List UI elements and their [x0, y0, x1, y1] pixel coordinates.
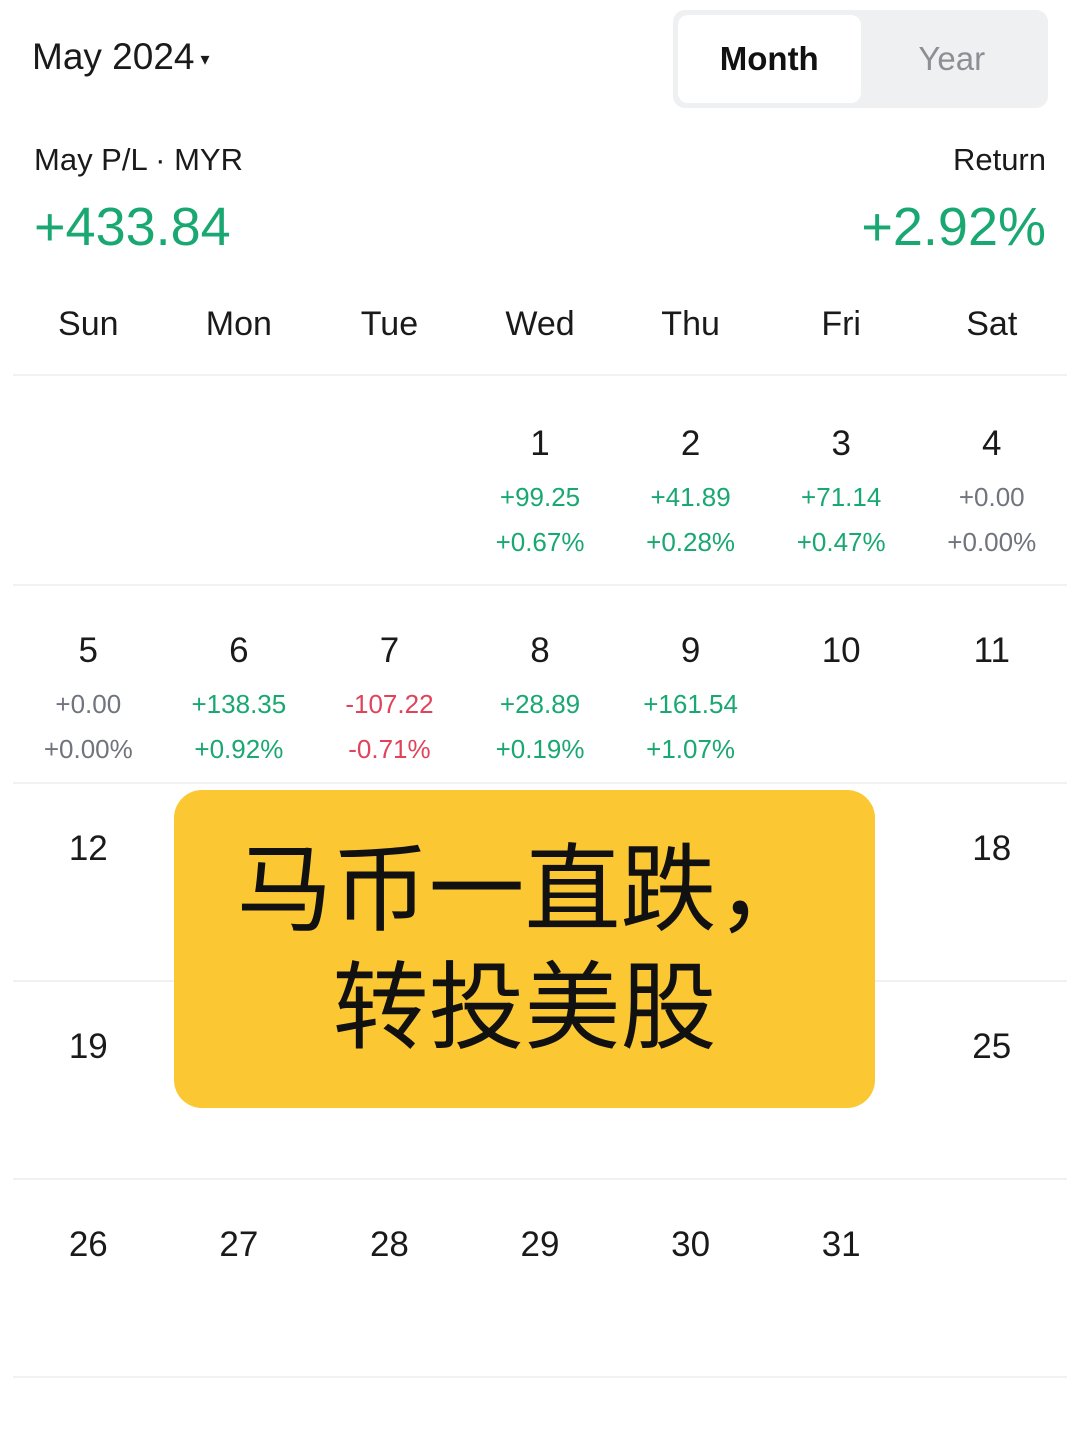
day-number: 7 [379, 631, 400, 670]
day-pl: +138.35 [191, 689, 287, 719]
caption-line-2: 转投美股 [332, 952, 717, 1064]
day-return: +0.00% [947, 527, 1037, 557]
day-number: 30 [671, 1225, 711, 1264]
tab-year[interactable]: Year [861, 15, 1044, 103]
month-selector[interactable]: May 2024 ▾ [32, 36, 210, 78]
day-number: 9 [680, 631, 701, 670]
day-cell[interactable]: 9 +161.54 +1.07% [615, 585, 766, 783]
day-number: 8 [530, 631, 550, 670]
calendar-week: 26 27 28 29 30 31 [13, 1179, 1067, 1377]
day-number: 29 [520, 1225, 560, 1264]
weekday-sun: Sun [58, 305, 119, 343]
return-value: +2.92% [861, 197, 1046, 257]
pl-value: +433.84 [34, 197, 231, 257]
day-pl: +28.89 [499, 689, 581, 719]
day-cell[interactable]: 31 [766, 1179, 917, 1377]
empty-cell [13, 376, 164, 585]
caret-down-icon: ▾ [200, 48, 210, 69]
return-label: Return [952, 142, 1046, 177]
day-return: +0.28% [646, 527, 736, 557]
weekday-header: Sun Mon Tue Wed Thu Fri Sat [13, 305, 1067, 344]
day-cell[interactable]: 8 +28.89 +0.19% [465, 585, 616, 783]
day-cell[interactable]: 25 [916, 981, 1067, 1179]
empty-cell [916, 1179, 1067, 1377]
day-pl: +99.25 [499, 482, 581, 512]
day-number: 1 [530, 424, 550, 463]
period-toggle: Month Year [673, 10, 1048, 108]
caption-line-1: 马币一直跌， [236, 834, 813, 946]
empty-cell [314, 376, 465, 585]
day-return: +0.67% [495, 527, 585, 557]
weekday-tue: Tue [360, 305, 419, 343]
day-number: 26 [68, 1225, 108, 1264]
day-pl: +0.00 [55, 689, 122, 719]
day-cell[interactable]: 27 [164, 1179, 315, 1377]
day-return: +0.19% [495, 734, 585, 764]
day-number: 5 [78, 631, 99, 670]
tab-month[interactable]: Month [678, 15, 861, 103]
weekday-mon: Mon [205, 305, 272, 343]
day-number: 2 [680, 424, 701, 463]
day-number: 31 [821, 1225, 861, 1264]
day-number: 19 [68, 1027, 108, 1066]
weekday-sat: Sat [966, 305, 1018, 343]
pl-label: May P/L · MYR [34, 142, 243, 177]
day-number: 18 [972, 829, 1012, 868]
day-cell[interactable]: 12 [13, 783, 164, 981]
day-number: 10 [821, 631, 861, 670]
day-number: 6 [229, 631, 249, 670]
weekday-wed: Wed [505, 305, 575, 343]
day-return: +0.47% [796, 527, 886, 557]
weekday-fri: Fri [821, 305, 861, 343]
day-cell[interactable]: 1 +99.25 +0.67% [465, 376, 616, 585]
day-pl: +71.14 [801, 482, 882, 512]
day-cell[interactable]: 4 +0.00 +0.00% [916, 376, 1067, 585]
day-number: 12 [68, 829, 108, 868]
weekday-thu: Thu [661, 305, 720, 343]
day-pl: +0.00 [958, 482, 1025, 512]
day-return: -0.71% [348, 734, 431, 764]
month-label: May 2024 [32, 36, 195, 77]
day-cell[interactable]: 7 -107.22 -0.71% [314, 585, 465, 783]
day-pl: +41.89 [650, 482, 731, 512]
day-cell[interactable]: 10 [766, 585, 917, 783]
day-pl: +161.54 [643, 689, 738, 719]
day-cell[interactable]: 2 +41.89 +0.28% [615, 376, 766, 585]
day-number: 11 [973, 631, 1010, 670]
day-cell[interactable]: 19 [13, 981, 164, 1179]
overlay-caption: 马币一直跌， 转投美股 [174, 790, 875, 1108]
day-cell[interactable]: 11 [916, 585, 1067, 783]
day-cell[interactable]: 5 +0.00 +0.00% [13, 585, 164, 783]
day-return: +0.92% [194, 734, 284, 764]
day-cell[interactable]: 28 [314, 1179, 465, 1377]
day-cell[interactable]: 6 +138.35 +0.92% [164, 585, 315, 783]
day-cell[interactable]: 29 [465, 1179, 616, 1377]
day-cell[interactable]: 26 [13, 1179, 164, 1377]
day-cell[interactable]: 18 [916, 783, 1067, 981]
day-cell[interactable]: 3 +71.14 +0.47% [766, 376, 917, 585]
day-number: 3 [831, 424, 851, 463]
day-number: 28 [369, 1225, 409, 1264]
day-number: 4 [982, 424, 1002, 463]
day-cell[interactable]: 30 [615, 1179, 766, 1377]
day-pl: -107.22 [345, 689, 434, 719]
day-return: +1.07% [646, 734, 736, 764]
day-number: 27 [219, 1225, 259, 1264]
day-return: +0.00% [43, 734, 133, 764]
calendar-week: 1 +99.25 +0.67% 2 +41.89 +0.28% 3 +71.14 +0.47% 4… [13, 376, 1067, 585]
empty-cell [164, 376, 315, 585]
day-number: 25 [972, 1027, 1012, 1066]
calendar-week: 5 +0.00 +0.00% 6 +138.35 +0.92% 7 -107.22 -0.71%… [13, 585, 1067, 783]
